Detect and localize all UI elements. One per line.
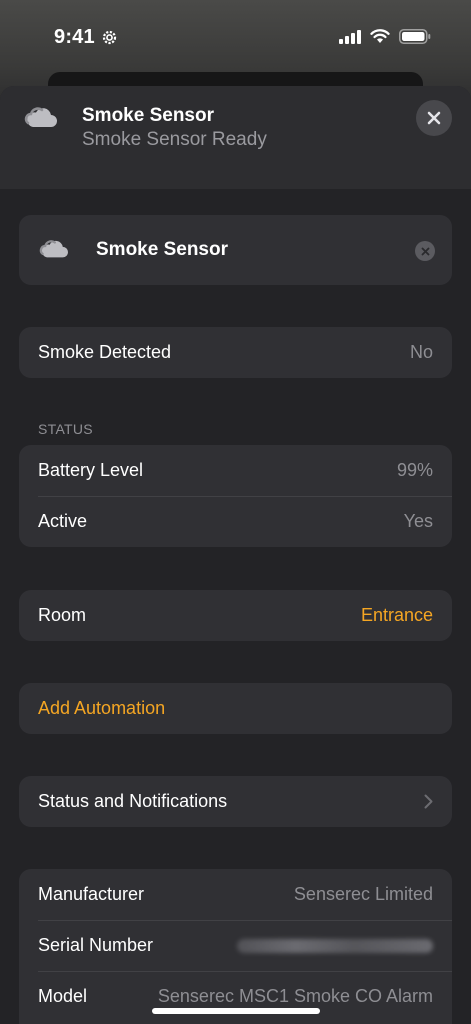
smoke-cloud-icon <box>24 107 57 127</box>
room-row[interactable]: Room Entrance <box>19 590 452 641</box>
serial-number-row: Serial Number <box>19 920 452 971</box>
accessory-info-card: Manufacturer Senserec Limited Serial Num… <box>19 869 452 1024</box>
model-row: Model Senserec MSC1 Smoke CO Alarm <box>19 971 452 1022</box>
add-automation-label: Add Automation <box>38 698 166 718</box>
wifi-icon <box>370 29 390 43</box>
manufacturer-value: Senserec Limited <box>293 884 433 904</box>
clear-icon <box>421 247 429 255</box>
smoke-detected-row: Smoke Detected No <box>19 327 452 378</box>
smoke-detected-label: Smoke Detected <box>38 342 172 362</box>
room-label: Room <box>38 605 87 625</box>
battery-icon <box>399 29 431 44</box>
serial-number-redacted <box>237 938 433 953</box>
clear-name-button[interactable] <box>415 241 435 261</box>
status-card: Battery Level 99% Active Yes <box>19 445 452 547</box>
status-notifications-row[interactable]: Status and Notifications <box>19 776 452 827</box>
header-title: Smoke Sensor <box>82 105 214 126</box>
status-icons <box>339 29 431 44</box>
model-value: Senserec MSC1 Smoke CO Alarm <box>157 986 433 1006</box>
header-subtitle: Smoke Sensor Ready <box>82 129 267 150</box>
status-section-title: STATUS <box>38 421 93 437</box>
automation-card[interactable]: Add Automation <box>19 683 452 734</box>
status-time: 9:41 <box>54 26 95 48</box>
sheet-header: Smoke Sensor Smoke Sensor Ready <box>0 86 471 189</box>
smoke-detected-value: No <box>409 342 433 362</box>
close-icon <box>427 111 441 125</box>
active-row: Active Yes <box>19 496 452 547</box>
cellular-signal-icon <box>339 29 361 44</box>
battery-level-value: 99% <box>396 460 433 480</box>
active-label: Active <box>38 511 88 531</box>
notifications-card[interactable]: Status and Notifications <box>19 776 452 827</box>
room-value[interactable]: Entrance <box>361 605 433 626</box>
battery-level-row: Battery Level 99% <box>19 445 452 496</box>
room-card[interactable]: Room Entrance <box>19 590 452 641</box>
model-label: Model <box>38 986 88 1006</box>
home-indicator[interactable] <box>152 1008 320 1014</box>
status-notifications-label: Status and Notifications <box>38 791 228 811</box>
gear-icon <box>102 30 117 45</box>
name-field[interactable]: Smoke Sensor <box>19 215 452 285</box>
smoke-cloud-icon <box>39 240 68 258</box>
chevron-right-icon <box>424 794 433 809</box>
close-button[interactable] <box>416 100 452 136</box>
status-bar: 9:41 <box>0 0 471 76</box>
manufacturer-row: Manufacturer Senserec Limited <box>19 869 452 920</box>
smoke-detected-card: Smoke Detected No <box>19 327 452 378</box>
name-input[interactable]: Smoke Sensor <box>96 239 228 261</box>
manufacturer-label: Manufacturer <box>38 884 145 904</box>
accessory-detail-sheet: Smoke Sensor Smoke Sensor Ready Smoke Se… <box>0 86 471 1024</box>
add-automation-button[interactable]: Add Automation <box>19 683 452 734</box>
active-value: Yes <box>403 511 433 531</box>
battery-level-label: Battery Level <box>38 460 144 480</box>
serial-number-label: Serial Number <box>38 935 154 955</box>
